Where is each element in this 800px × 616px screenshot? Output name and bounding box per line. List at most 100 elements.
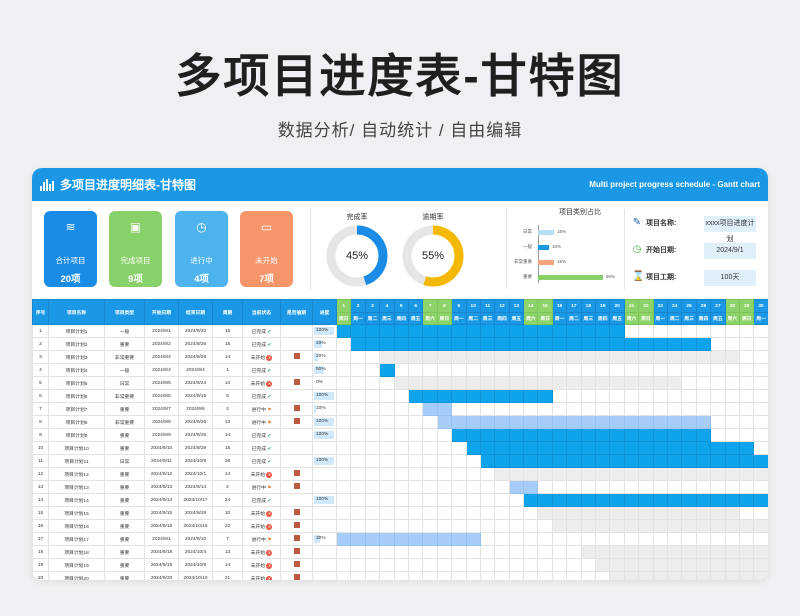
table-row[interactable]: 12 项目计划12 重要 2024/9/12 2024/10/1 14 未开始 ✕ xyxy=(32,467,768,481)
column-header[interactable]: 进度 xyxy=(312,299,337,325)
gantt-bar-cell xyxy=(681,558,697,572)
project-type: 日常 xyxy=(104,376,145,390)
column-header[interactable]: 周期 xyxy=(212,299,243,325)
progress-text: 100% xyxy=(316,458,329,463)
gantt-cell xyxy=(350,428,366,442)
table-row[interactable]: 11 项目计划11 日常 2024/9/11 2024/10/8 28 已完成 ✔ 100% xyxy=(32,454,768,468)
info-value[interactable]: xxxx项目进度计划 xyxy=(704,216,756,243)
table-row[interactable]: 18 项目计划18 重要 2024/9/18 2024/10/4 13 未开始 ✕ xyxy=(32,545,768,559)
table-row[interactable]: 9 项目计划9 重要 2024/9/9 2024/9/26 14 已完成 ✔ 100% xyxy=(32,428,768,442)
project-name: 项目计划10 xyxy=(48,441,105,455)
x-circle-icon: ✕ xyxy=(266,562,273,569)
start-date: 2024/9/19 xyxy=(144,558,179,572)
status-cell: 未开始 ✕ xyxy=(242,558,281,572)
column-header[interactable]: 序号 xyxy=(32,299,49,325)
duration: 15 xyxy=(212,337,243,351)
gantt-cell xyxy=(537,532,553,546)
table-row[interactable]: 13 项目计划13 重要 2024/9/13 2024/9/14 2 进行中 ⚑ xyxy=(32,480,768,494)
gantt-bar-cell xyxy=(566,454,582,468)
column-header[interactable]: 项目类型 xyxy=(104,299,145,325)
info-value[interactable]: 2024/9/1 xyxy=(704,243,756,259)
table-row[interactable]: 3 项目计划3 非常重要 2024/9/4 2024/9/28 14 未开始 ✕ 20% xyxy=(32,350,768,364)
gantt-cell xyxy=(335,402,352,416)
table-row[interactable]: 7 项目计划7 重要 2024/9/7 2024/9/8 2 进行中 ⚑ 10% xyxy=(32,402,768,416)
kpi-card-3[interactable]: ◷ 进行中 4项 xyxy=(175,211,228,287)
kpi-card-4[interactable]: ▭ 未开始 7项 xyxy=(240,211,293,287)
day-header: 6 xyxy=(407,299,424,313)
gantt-bar-cell xyxy=(623,441,640,455)
progress-bar: 10% xyxy=(314,404,336,415)
gantt-bar-cell xyxy=(407,389,424,403)
table-row[interactable]: 8 项目计划8 非常重要 2024/9/8 2024/9/26 13 进行中 ⚑ 100% xyxy=(32,415,768,429)
table-row[interactable]: 15 项目计划15 重要 2024/9/15 2024/9/28 10 未开始 ✕ xyxy=(32,506,768,520)
category-pct: 15% xyxy=(557,229,567,234)
gantt-bar-cell xyxy=(393,376,409,390)
project-name: 项目计划18 xyxy=(48,545,105,559)
info-value[interactable]: 100天 xyxy=(704,270,756,286)
weekday-header: 周六 xyxy=(724,312,740,325)
table-row[interactable]: 16 项目计划16 重要 2024/9/16 2024/10/15 22 未开始 ✕ xyxy=(32,519,768,533)
overdue-cell xyxy=(280,480,313,494)
row-number: 6 xyxy=(32,389,49,403)
kpi-card-2[interactable]: ▣ 完成项目 9项 xyxy=(109,211,162,287)
row-number: 15 xyxy=(32,506,49,520)
gantt-cell xyxy=(379,480,395,494)
gantt-cell xyxy=(710,337,726,351)
gantt-cell xyxy=(494,545,510,559)
gantt-bar-cell xyxy=(422,337,438,351)
gantt-bar-cell xyxy=(393,324,409,338)
gantt-bar-cell xyxy=(652,337,668,351)
gantt-bar-cell xyxy=(451,389,467,403)
gantt-cell xyxy=(724,428,740,442)
gantt-cell xyxy=(753,506,768,520)
category-name: 重要 xyxy=(523,274,532,279)
gantt-cell xyxy=(379,558,395,572)
gantt-bar-cell xyxy=(580,350,597,364)
gantt-cell xyxy=(350,415,366,429)
end-date: 2024/9/26 xyxy=(178,428,213,442)
project-name: 项目计划5 xyxy=(48,376,105,390)
gantt-cell xyxy=(422,441,438,455)
column-header[interactable]: 是否逾期 xyxy=(280,299,313,325)
gantt-cell xyxy=(436,428,453,442)
column-header[interactable]: 项目名称 xyxy=(48,299,105,325)
gantt-bar-cell xyxy=(566,324,582,338)
gantt-cell xyxy=(393,415,409,429)
gantt-cell xyxy=(652,402,668,416)
overdue-cell xyxy=(280,389,313,403)
table-row[interactable]: 1 项目计划1 一般 2024/9/1 2024/9/20 15 已完成 ✔ 100% xyxy=(32,324,768,338)
progress-bar xyxy=(314,443,336,454)
category-name: 非常重要 xyxy=(514,259,532,264)
gantt-bar-cell xyxy=(566,506,582,520)
gantt-bar-cell xyxy=(666,415,683,429)
column-header[interactable]: 开始日期 xyxy=(144,299,179,325)
table-row[interactable]: 2 项目计划2 重要 2024/9/2 2024/9/26 15 已完成 ✔ 40% xyxy=(32,337,768,351)
gantt-bar-cell xyxy=(566,428,582,442)
gantt-bar-cell xyxy=(609,376,625,390)
table-row[interactable]: 5 项目计划5 日常 2024/9/5 2024/9/24 14 未开始 ✕ 0% xyxy=(32,376,768,390)
gantt-bar-cell xyxy=(710,571,726,580)
duration: 6 xyxy=(212,389,243,403)
progress-bar: 20% xyxy=(314,352,336,363)
table-row[interactable]: 17 项目计划17 重要 2024/9/1 2024/9/10 7 进行中 ⚑ 30% xyxy=(32,532,768,546)
table-row[interactable]: 14 项目计划14 重要 2024/9/14 2024/10/17 24 已完成 ✔ 100% xyxy=(32,493,768,507)
kpi-card-1[interactable]: ≋ 合计项目 20项 xyxy=(44,211,97,287)
table-row[interactable]: 6 项目计划6 非常重要 2024/9/6 2024/9/15 6 已完成 ✔ 100% xyxy=(32,389,768,403)
gantt-cell xyxy=(494,519,510,533)
table-row[interactable]: 19 项目计划19 重要 2024/9/19 2024/10/8 14 未开始 ✕ xyxy=(32,558,768,572)
day-header: 3 xyxy=(364,299,381,313)
day-header: 19 xyxy=(595,299,611,313)
gantt-cell xyxy=(595,480,611,494)
column-header[interactable]: 当前状态 xyxy=(242,299,281,325)
gantt-cell xyxy=(724,402,740,416)
table-row[interactable]: 20 项目计划20 重要 2024/9/20 2024/10/10 21 未开始 ✕ xyxy=(32,571,768,581)
duration: 15 xyxy=(212,324,243,338)
status-text: 未开始 xyxy=(250,355,266,361)
gantt-cell xyxy=(393,480,409,494)
table-row[interactable]: 10 项目计划10 重要 2024/9/10 2024/9/29 15 已完成 ✔ xyxy=(32,441,768,455)
gantt-cell xyxy=(451,506,467,520)
table-row[interactable]: 4 项目计划4 一般 2024/9/4 2024/9/4 1 已完成 ✔ 50% xyxy=(32,363,768,377)
column-header[interactable]: 结束日期 xyxy=(178,299,213,325)
project-type: 重要 xyxy=(104,493,145,507)
status-text: 未开始 xyxy=(250,576,266,581)
